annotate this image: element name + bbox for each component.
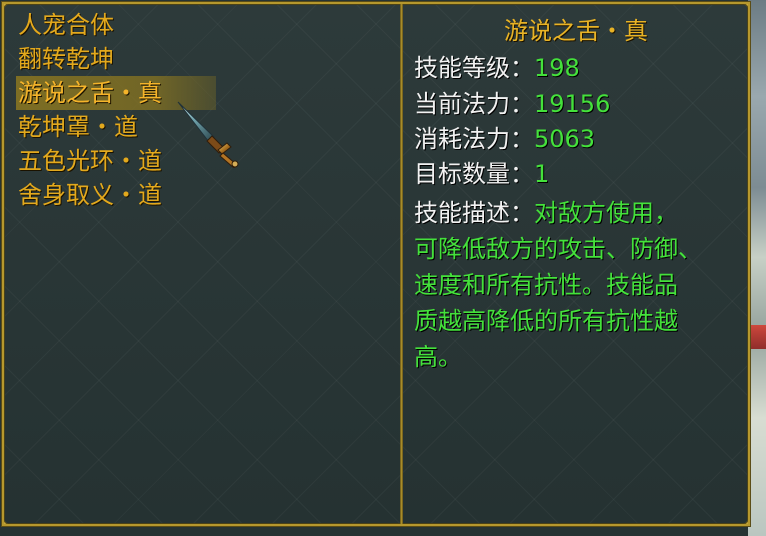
skill-list-pane: 人宠合体 翻转乾坤 游说之舌・真 乾坤罩・道 五色光环・道 舍身取义・道 — [4, 4, 400, 524]
cursor-sword-shape — [177, 101, 239, 168]
skill-description-line: 技能描述：对敌方使用， — [414, 196, 678, 230]
skill-item-flip-heaven-earth[interactable]: 翻转乾坤 — [16, 42, 226, 76]
skill-item-human-pet-fusion[interactable]: 人宠合体 — [16, 8, 226, 42]
skill-description-label: 技能描述： — [414, 199, 534, 227]
skill-description-line: 速度和所有抗性。技能品 — [414, 271, 678, 299]
skill-level-value: 198 — [534, 54, 580, 82]
skill-detail-pane: 游说之舌・真 技能等级：198 当前法力：19156 消耗法力：5063 目标数… — [406, 4, 746, 524]
game-screen: 人宠合体 翻转乾坤 游说之舌・真 乾坤罩・道 五色光环・道 舍身取义・道 游说之… — [0, 0, 766, 536]
panel-divider — [400, 4, 403, 524]
skill-description-line: 质越高降低的所有抗性越 — [414, 307, 678, 335]
current-mana-value: 19156 — [534, 90, 611, 118]
mana-cost-value: 5063 — [534, 125, 596, 153]
skill-description-line: 可降低敌方的攻击、防御、 — [414, 235, 702, 263]
skill-description-text: 对敌方使用， — [534, 199, 678, 227]
current-mana-row: 当前法力：19156 — [414, 88, 610, 120]
target-count-row: 目标数量：1 — [414, 158, 549, 190]
mana-cost-row: 消耗法力：5063 — [414, 123, 595, 155]
skill-description-line: 高。 — [414, 343, 462, 371]
target-count-value: 1 — [534, 160, 550, 188]
skill-window: 人宠合体 翻转乾坤 游说之舌・真 乾坤罩・道 五色光环・道 舍身取义・道 游说之… — [2, 2, 750, 526]
current-mana-label: 当前法力： — [414, 90, 534, 118]
skill-level-label: 技能等级： — [414, 54, 534, 82]
mana-cost-label: 消耗法力： — [414, 125, 534, 153]
skill-item-self-sacrifice-dao[interactable]: 舍身取义・道 — [16, 178, 226, 212]
sword-cursor-icon — [177, 101, 239, 168]
game-world-edge — [748, 0, 766, 536]
skill-level-row: 技能等级：198 — [414, 52, 580, 84]
skill-detail-title: 游说之舌・真 — [504, 17, 648, 45]
target-count-label: 目标数量： — [414, 160, 534, 188]
